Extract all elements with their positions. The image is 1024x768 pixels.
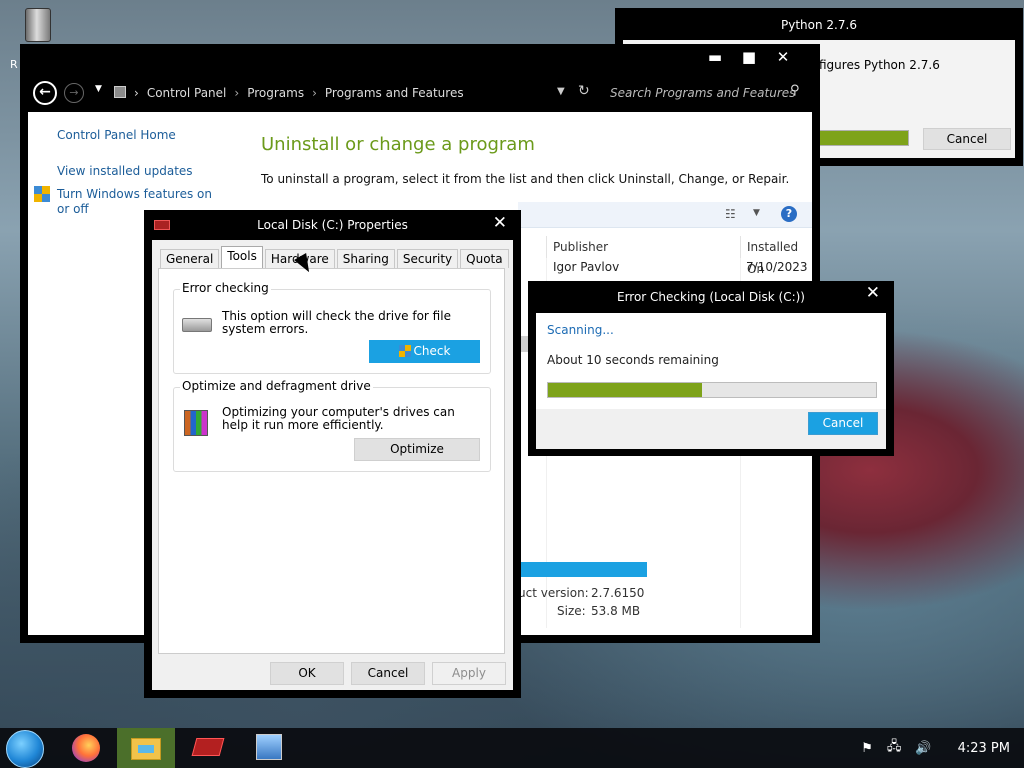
dialog-footer: Cancel	[536, 409, 886, 449]
tab-sharing[interactable]: Sharing	[336, 249, 395, 268]
address-dropdown-icon[interactable]: ▼	[557, 86, 565, 97]
local-disk-properties-dialog: Local Disk (C:) Properties ✕ General Too…	[144, 210, 521, 698]
python-status-text: figures Python 2.7.6	[819, 58, 940, 72]
error-checking-dialog: Error Checking (Local Disk (C:)) ✕ Scann…	[528, 281, 894, 456]
search-input[interactable]: Search Programs and Features	[610, 86, 795, 100]
check-button-label: Check	[413, 344, 451, 358]
breadcrumb: › Control Panel › Programs › Programs an…	[134, 86, 464, 100]
shield-icon	[398, 345, 411, 357]
shield-icon	[34, 186, 50, 202]
tab-tools[interactable]: Tools	[221, 246, 263, 268]
taskbar: ⚑ 🖧 🔊 4:23 PM	[0, 728, 1024, 768]
installer-icon	[256, 734, 282, 760]
scan-progress-bar	[547, 382, 877, 398]
page-subtitle: To uninstall a program, select it from t…	[261, 172, 790, 186]
optimize-button[interactable]: Optimize	[354, 438, 480, 461]
column-header-installed-on[interactable]: Installed On	[740, 236, 812, 276]
dialog-title: Error Checking (Local Disk (C:))	[616, 290, 805, 304]
hard-drive-icon	[191, 738, 225, 756]
action-center-flag-icon[interactable]: ⚑	[861, 741, 873, 756]
network-icon[interactable]: 🖧	[887, 737, 902, 759]
taskbar-firefox[interactable]	[56, 728, 114, 768]
minimize-button[interactable]: ▬	[698, 46, 732, 68]
optimize-description: Optimizing your computer's drives can he…	[222, 405, 455, 432]
tab-security[interactable]: Security	[396, 249, 459, 268]
optimize-group: Optimize and defragment drive Optimizing…	[173, 379, 491, 472]
product-version-label: uct version:	[518, 586, 589, 600]
recycle-bin-icon[interactable]	[22, 8, 54, 48]
system-tray: ⚑ 🖧 🔊 4:23 PM	[861, 728, 1010, 768]
error-checking-title: Error checking	[180, 281, 271, 295]
check-button[interactable]: Check	[369, 340, 480, 363]
window-caption-buttons: ▬ ■ ✕	[698, 46, 800, 68]
time-remaining: About 10 seconds remaining	[547, 353, 719, 367]
breadcrumb-separator: ›	[234, 86, 240, 100]
scan-progress-fill	[548, 383, 703, 397]
sidebar-item-control-panel-home[interactable]: Control Panel Home	[57, 128, 176, 142]
breadcrumb-programs[interactable]: Programs	[247, 86, 304, 100]
view-options-chevron-icon[interactable]: ▼	[753, 208, 760, 218]
breadcrumb-programs-and-features[interactable]: Programs and Features	[325, 86, 464, 100]
python-window-title: Python 2.7.6	[781, 18, 857, 32]
taskbar-disk-properties[interactable]	[178, 728, 236, 768]
help-icon[interactable]: ?	[781, 206, 797, 222]
column-header-publisher[interactable]: Publisher	[546, 236, 740, 258]
ok-button[interactable]: OK	[270, 662, 344, 685]
dialog-body: Scanning... About 10 seconds remaining C…	[536, 313, 886, 449]
breadcrumb-separator: ›	[312, 86, 317, 100]
taskbar-file-explorer[interactable]	[117, 728, 175, 768]
cancel-button[interactable]: Cancel	[351, 662, 425, 685]
error-checking-group: Error checking This option will check th…	[173, 281, 491, 374]
tools-tab-pane: Error checking This option will check th…	[158, 268, 505, 654]
breadcrumb-control-panel[interactable]: Control Panel	[147, 86, 227, 100]
dialog-body: General Tools Hardware Sharing Security …	[152, 240, 513, 690]
defragment-icon	[184, 410, 208, 436]
folder-icon	[131, 738, 161, 760]
recycle-bin-label: R	[10, 58, 18, 71]
breadcrumb-separator: ›	[134, 86, 139, 100]
cancel-scan-button[interactable]: Cancel	[808, 412, 878, 435]
close-icon[interactable]: ✕	[866, 283, 880, 303]
scrollbar-thumb[interactable]	[520, 336, 528, 352]
tab-general[interactable]: General	[160, 249, 220, 268]
python-cancel-button[interactable]: Cancel	[923, 128, 1011, 150]
tab-strip: General Tools Hardware Sharing Security …	[160, 246, 511, 268]
apply-button[interactable]: Apply	[432, 662, 506, 685]
size-value: 53.8 MB	[591, 604, 641, 618]
close-button[interactable]: ✕	[766, 46, 800, 68]
control-panel-icon	[114, 86, 126, 98]
list-toolbar: ☷ ▼ ?	[518, 202, 812, 228]
hard-drive-icon	[182, 318, 212, 332]
volume-icon[interactable]: 🔊	[915, 741, 931, 756]
close-icon[interactable]: ✕	[493, 213, 507, 233]
refresh-icon[interactable]: ↻	[578, 83, 590, 99]
scan-status: Scanning...	[547, 323, 614, 337]
python-progress-bar	[819, 130, 909, 146]
product-version-value: 2.7.6150	[591, 586, 645, 600]
dialog-title: Local Disk (C:) Properties	[257, 218, 408, 232]
forward-arrow-icon[interactable]: →	[64, 83, 84, 103]
row-installed-on[interactable]: 7/10/2023	[746, 260, 808, 274]
firefox-icon	[72, 734, 100, 762]
recent-pages-chevron-icon[interactable]: ▼	[95, 84, 102, 94]
error-checking-description: This option will check the drive for fil…	[222, 309, 451, 336]
clock[interactable]: 4:23 PM	[958, 741, 1010, 756]
navigation-bar: ← → ▼ › Control Panel › Programs › Progr…	[20, 74, 820, 112]
size-label: Size:	[557, 604, 586, 618]
back-arrow-icon[interactable]: ←	[33, 81, 57, 105]
optimize-title: Optimize and defragment drive	[180, 379, 373, 393]
row-publisher[interactable]: Igor Pavlov	[553, 260, 619, 274]
maximize-button[interactable]: ■	[732, 46, 766, 68]
sidebar-item-view-installed-updates[interactable]: View installed updates	[57, 164, 193, 178]
tab-quota[interactable]: Quota	[460, 249, 509, 268]
start-button[interactable]	[6, 730, 44, 768]
page-title: Uninstall or change a program	[261, 134, 535, 155]
selected-row-highlight[interactable]	[518, 562, 647, 577]
change-view-icon[interactable]: ☷	[725, 207, 736, 221]
taskbar-python-setup[interactable]	[240, 728, 298, 768]
search-icon[interactable]: ⚲	[790, 83, 800, 98]
